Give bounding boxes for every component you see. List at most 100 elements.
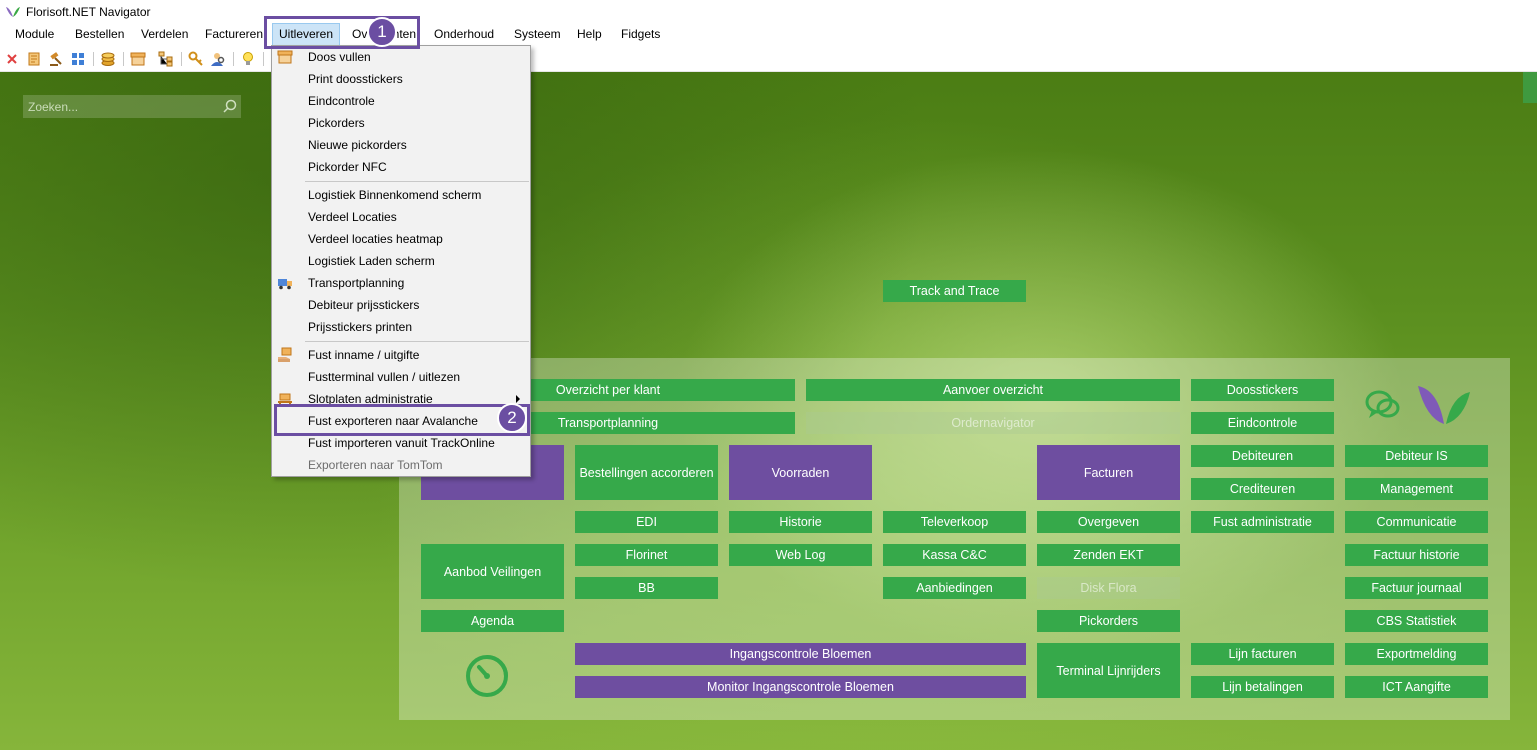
tile-crediteuren[interactable]: Crediteuren — [1191, 478, 1334, 500]
menu-uitleveren[interactable]: Uitleveren — [272, 23, 341, 46]
menuitem-print-doosstickers[interactable]: Print doosstickers — [273, 68, 530, 90]
search-box[interactable] — [23, 95, 241, 118]
tile-lijn-betalingen[interactable]: Lijn betalingen — [1191, 676, 1334, 698]
tile-kassa-cc[interactable]: Kassa C&C — [883, 544, 1026, 566]
search-input[interactable] — [23, 95, 241, 118]
tile-aanbod-veilingen[interactable]: Aanbod Veilingen — [421, 544, 564, 599]
tile-factuur-journaal[interactable]: Factuur journaal — [1345, 577, 1488, 599]
tile-cbs-statistiek[interactable]: CBS Statistiek — [1345, 610, 1488, 632]
coins-icon[interactable] — [99, 50, 117, 68]
tile-historie[interactable]: Historie — [729, 511, 872, 533]
menuitem-prijsstickers-printen[interactable]: Prijsstickers printen — [273, 316, 530, 338]
grid-icon[interactable] — [69, 50, 87, 68]
tile-edi[interactable]: EDI — [575, 511, 718, 533]
tile-florinet[interactable]: Florinet — [575, 544, 718, 566]
tile-televerkoop[interactable]: Televerkoop — [883, 511, 1026, 533]
tile-terminal-lijnrijders[interactable]: Terminal Lijnrijders — [1037, 643, 1180, 698]
tile-zenden-ekt[interactable]: Zenden EKT — [1037, 544, 1180, 566]
menuitem-label: Logistiek Binnenkomend scherm — [308, 188, 482, 202]
menuitem-label: Pickorders — [308, 116, 365, 130]
tile-aanvoer-overzicht[interactable]: Aanvoer overzicht — [806, 379, 1180, 401]
uitleveren-dropdown: Doos vullen Print doosstickers Eindcontr… — [271, 45, 531, 477]
tile-agenda[interactable]: Agenda — [421, 610, 564, 632]
menu-factureren[interactable]: Factureren — [203, 23, 265, 46]
document-icon[interactable] — [25, 50, 43, 68]
toolbar — [0, 46, 1537, 72]
menu-help[interactable]: Help — [575, 23, 604, 46]
tile-bb[interactable]: BB — [575, 577, 718, 599]
tile-eindcontrole[interactable]: Eindcontrole — [1191, 412, 1334, 434]
menuitem-pickorder-nfc[interactable]: Pickorder NFC — [273, 156, 530, 178]
menuitem-transportplanning[interactable]: Transportplanning — [273, 272, 530, 294]
tile-overgeven[interactable]: Overgeven — [1037, 511, 1180, 533]
tile-management[interactable]: Management — [1345, 478, 1488, 500]
menuitem-fust-exporteren-naar-avalanche[interactable]: Fust exporteren naar Avalanche — [273, 410, 530, 432]
tile-voorraden[interactable]: Voorraden — [729, 445, 872, 500]
search-icon[interactable] — [223, 99, 237, 113]
menuitem-eindcontrole[interactable]: Eindcontrole — [273, 90, 530, 112]
tile-exportmelding[interactable]: Exportmelding — [1345, 643, 1488, 665]
lightbulb-icon[interactable] — [239, 50, 257, 68]
menuitem-label: Fust inname / uitgifte — [308, 348, 420, 362]
timer-icon[interactable] — [463, 652, 511, 700]
menu-onderhoud[interactable]: Onderhoud — [432, 23, 496, 46]
menuitem-label: Fust importeren vanuit TrackOnline — [308, 436, 495, 450]
tile-factuur-historie[interactable]: Factuur historie — [1345, 544, 1488, 566]
menuitem-fustterminal-vullen-uitlezen[interactable]: Fustterminal vullen / uitlezen — [273, 366, 530, 388]
menuitem-slotplaten-administratie[interactable]: Slotplaten administratie — [273, 388, 530, 410]
menuitem-label: Transportplanning — [308, 276, 405, 290]
florisoft-logo-icon — [1418, 386, 1470, 424]
menuitem-pickorders[interactable]: Pickorders — [273, 112, 530, 134]
menuitem-label: Fust exporteren naar Avalanche — [308, 414, 478, 428]
menuitem-fust-inname-uitgifte[interactable]: Fust inname / uitgifte — [273, 344, 530, 366]
menu-module[interactable]: Module — [13, 23, 56, 46]
tile-ingangscontrole-bloemen[interactable]: Ingangscontrole Bloemen — [575, 643, 1026, 665]
menu-bestellen[interactable]: Bestellen — [73, 23, 126, 46]
tile-aanbiedingen[interactable]: Aanbiedingen — [883, 577, 1026, 599]
menuitem-label: Eindcontrole — [308, 94, 375, 108]
menuitem-label: Exporteren naar TomTom — [308, 458, 443, 472]
close-icon[interactable] — [3, 50, 21, 68]
tile-monitor-ingangscontrole-bloemen[interactable]: Monitor Ingangscontrole Bloemen — [575, 676, 1026, 698]
tile-debiteur-is[interactable]: Debiteur IS — [1345, 445, 1488, 467]
tile-facturen[interactable]: Facturen — [1037, 445, 1180, 500]
user-search-icon[interactable] — [209, 50, 227, 68]
submenu-arrow-icon — [516, 395, 520, 403]
tile-ict-aangifte[interactable]: ICT Aangifte — [1345, 676, 1488, 698]
tile-track-and-trace[interactable]: Track and Trace — [883, 280, 1026, 302]
menuitem-label: Prijsstickers printen — [308, 320, 413, 334]
tree-icon[interactable] — [157, 50, 175, 68]
menuitem-nieuwe-pickorders[interactable]: Nieuwe pickorders — [273, 134, 530, 156]
menuitem-doos-vullen[interactable]: Doos vullen — [273, 46, 530, 68]
scroll-indicator[interactable] — [1523, 72, 1537, 103]
tile-fust-administratie[interactable]: Fust administratie — [1191, 511, 1334, 533]
pallet-icon — [278, 393, 292, 406]
tile-disk-flora: Disk Flora — [1037, 577, 1180, 599]
menuitem-verdeel-locaties-heatmap[interactable]: Verdeel locaties heatmap — [273, 228, 530, 250]
chat-icon[interactable] — [1364, 388, 1402, 424]
tile-web-log[interactable]: Web Log — [729, 544, 872, 566]
truck-icon — [278, 279, 292, 290]
gavel-icon[interactable] — [47, 50, 65, 68]
menuitem-verdeel-locaties[interactable]: Verdeel Locaties — [273, 206, 530, 228]
tile-pickorders[interactable]: Pickorders — [1037, 610, 1180, 632]
tile-debiteuren[interactable]: Debiteuren — [1191, 445, 1334, 467]
tile-bestellingen-accorderen[interactable]: Bestellingen accorderen — [575, 445, 718, 500]
menu-fidgets[interactable]: Fidgets — [619, 23, 662, 46]
menuitem-logistiek-laden-scherm[interactable]: Logistiek Laden scherm — [273, 250, 530, 272]
step-badge-1: 1 — [367, 17, 397, 47]
menuitem-label: Debiteur prijsstickers — [308, 298, 420, 312]
menuitem-logistiek-binnenkomend-scherm[interactable]: Logistiek Binnenkomend scherm — [273, 184, 530, 206]
menu-verdelen[interactable]: Verdelen — [139, 23, 190, 46]
menuitem-label: Nieuwe pickorders — [308, 138, 407, 152]
tile-communicatie[interactable]: Communicatie — [1345, 511, 1488, 533]
menu-separator — [305, 181, 529, 182]
menuitem-fust-importeren-vanuit-trackonline[interactable]: Fust importeren vanuit TrackOnline — [273, 432, 530, 454]
key-icon[interactable] — [187, 50, 205, 68]
menuitem-debiteur-prijsstickers[interactable]: Debiteur prijsstickers — [273, 294, 530, 316]
step-badge-2: 2 — [497, 403, 527, 433]
tile-lijn-facturen[interactable]: Lijn facturen — [1191, 643, 1334, 665]
tile-doosstickers[interactable]: Doosstickers — [1191, 379, 1334, 401]
menu-systeem[interactable]: Systeem — [512, 23, 563, 46]
box-icon[interactable] — [129, 50, 147, 68]
